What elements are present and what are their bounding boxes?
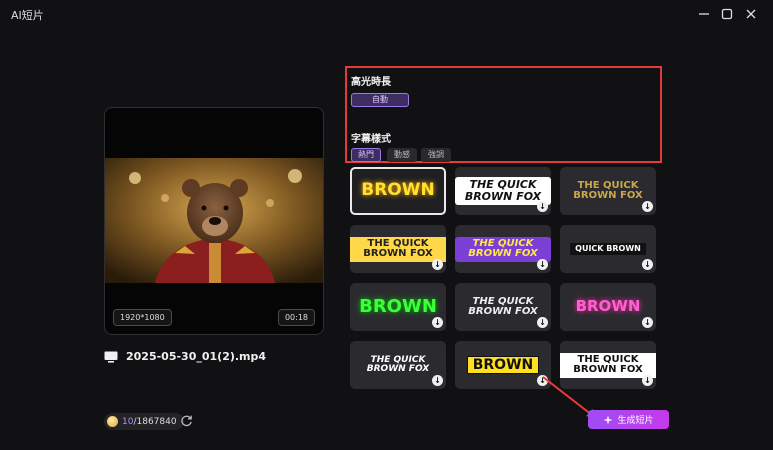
minimize-icon[interactable] (695, 5, 713, 23)
style-tile-4[interactable]: THE QUICK BROWN FOX ↓ (350, 225, 446, 273)
maximize-icon[interactable] (718, 5, 736, 23)
style-tile-1[interactable]: BROWN (350, 167, 446, 215)
resolution-chip: 1920*1080 (113, 309, 172, 326)
style-preview-text: THE QUICK BROWN FOX (455, 236, 551, 262)
generate-button-label: 生成短片 (617, 416, 654, 426)
file-info: 2025-05-30_01(2).mp4 (104, 350, 266, 363)
credits-total: /1867840 (133, 416, 177, 427)
file-name: 2025-05-30_01(2).mp4 (126, 350, 267, 363)
generate-clip-button[interactable]: 生成短片 (588, 410, 669, 429)
download-icon: ↓ (432, 259, 443, 270)
subtitle-style-label: 字幕樣式 (351, 134, 391, 145)
tab-popular[interactable]: 熱門 (351, 148, 381, 162)
duration-chip: 00:18 (277, 309, 315, 326)
style-tile-9[interactable]: BROWN ↓ (560, 283, 656, 331)
close-icon[interactable] (742, 5, 760, 23)
highlight-duration-label: 高光時長 (351, 77, 391, 88)
style-preview-text: BROWN (359, 295, 437, 317)
tab-emphasis[interactable]: 強調 (421, 148, 451, 162)
credits-badge: 10 /1867840 (104, 413, 184, 430)
credits-used: 10 (122, 416, 134, 427)
style-preview-text: BROWN (466, 355, 540, 375)
style-tile-6[interactable]: QUICK BROWN ↓ (560, 225, 656, 273)
style-preview-text: BROWN (361, 180, 435, 201)
style-preview-text: QUICK BROWN (570, 242, 646, 256)
style-tile-8[interactable]: THE QUICK BROWN FOX ↓ (455, 283, 551, 331)
coin-icon (107, 416, 118, 427)
auto-duration-option[interactable]: 自動 (351, 93, 409, 107)
style-preview-text: THE QUICK BROWN FOX (468, 295, 538, 317)
style-preview-text: THE QUICK BROWN FOX (366, 354, 430, 374)
style-tile-2[interactable]: THE QUICK BROWN FOX ↓ (455, 167, 551, 215)
style-preview-text: THE QUICK BROWN FOX (455, 177, 551, 205)
download-icon: ↓ (642, 375, 653, 386)
video-thumbnail (105, 158, 323, 283)
style-tile-3[interactable]: THE QUICK BROWN FOX ↓ (560, 167, 656, 215)
download-icon: ↓ (642, 201, 653, 212)
refresh-icon[interactable] (180, 414, 193, 427)
style-tile-10[interactable]: THE QUICK BROWN FOX ↓ (350, 341, 446, 389)
download-icon: ↓ (642, 317, 653, 328)
style-preview-text: THE QUICK BROWN FOX (573, 179, 643, 201)
video-preview[interactable]: 1920*1080 00:18 (104, 107, 324, 335)
sparkle-icon (603, 415, 613, 424)
download-icon: ↓ (432, 317, 443, 328)
download-icon: ↓ (432, 375, 443, 386)
download-icon: ↓ (537, 259, 548, 270)
download-icon: ↓ (537, 317, 548, 328)
monitor-icon (104, 351, 118, 363)
style-tile-11[interactable]: BROWN ↓ (455, 341, 551, 389)
style-tile-5[interactable]: THE QUICK BROWN FOX ↓ (455, 225, 551, 273)
app-title: AI短片 (11, 9, 44, 22)
style-tile-7[interactable]: BROWN ↓ (350, 283, 446, 331)
style-preview-text: BROWN (575, 297, 641, 316)
download-icon: ↓ (537, 201, 548, 212)
tab-dynamic[interactable]: 動感 (387, 148, 417, 162)
download-icon: ↓ (642, 259, 653, 270)
style-preview-text: THE QUICK BROWN FOX (350, 236, 446, 262)
title-bar: AI短片 (0, 0, 773, 28)
